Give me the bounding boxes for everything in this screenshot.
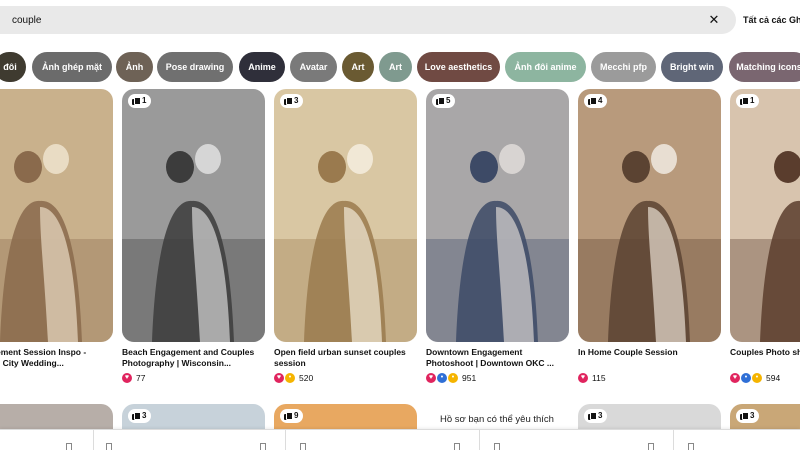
pin-photo bbox=[122, 89, 265, 342]
stacked-pins-icon bbox=[284, 97, 293, 105]
pin-reactions: ♥ bbox=[0, 372, 113, 384]
pin-reactions: ♥ • 520 bbox=[274, 372, 417, 384]
bottom-segment bbox=[480, 430, 674, 450]
stacked-pins-icon bbox=[284, 412, 293, 420]
chip-11[interactable]: Bright win bbox=[661, 52, 723, 82]
pin-reactions: ♥ 115 bbox=[578, 372, 721, 384]
pin-card[interactable]: 5 Downtown Engagement Photoshoot | Downto… bbox=[426, 89, 569, 384]
chip-12[interactable]: Matching icons bbox=[729, 52, 800, 82]
chip-4[interactable]: Anime bbox=[239, 52, 285, 82]
heart-reaction-icon: ♥ bbox=[274, 373, 284, 383]
pin-title[interactable]: Downtown Engagement Photoshoot | Downtow… bbox=[426, 347, 569, 369]
stacked-pins-icon bbox=[132, 412, 141, 420]
pin-photo bbox=[426, 89, 569, 342]
pin-reactions: ♥ 77 bbox=[122, 372, 265, 384]
pin-card[interactable]: 1 Engagement Session Inspo - Kansas City … bbox=[0, 89, 113, 384]
chip-1[interactable]: Ảnh ghép mặt bbox=[32, 52, 112, 82]
stacked-pins-icon bbox=[132, 97, 141, 105]
pin-reactions: ♥ • • 594 bbox=[730, 372, 800, 384]
search-input[interactable] bbox=[12, 10, 672, 30]
stacked-pins-icon bbox=[588, 412, 597, 420]
pin-card[interactable]: 1 Beach Engagement and Couples Photograph… bbox=[122, 89, 265, 384]
chip-9[interactable]: Ảnh đôi anime bbox=[505, 52, 586, 82]
reaction-count: 594 bbox=[766, 373, 781, 383]
pin-count: 4 bbox=[598, 96, 603, 105]
pin-photo bbox=[730, 89, 800, 342]
wow-reaction-icon: • bbox=[741, 373, 751, 383]
bottom-bar bbox=[0, 429, 800, 450]
bottom-segment bbox=[0, 430, 94, 450]
pin-count-badge: 3 bbox=[584, 409, 608, 423]
pin-count: 1 bbox=[750, 96, 755, 105]
pin-count-badge: 1 bbox=[128, 94, 152, 108]
bottom-segment bbox=[94, 430, 286, 450]
stacked-pins-icon bbox=[436, 97, 445, 105]
chip-0[interactable]: đôi bbox=[0, 52, 26, 82]
chip-7[interactable]: Art bbox=[379, 52, 412, 82]
pin-card[interactable]: 1Couples Photo shoot ideas♥••594 bbox=[730, 89, 800, 384]
stacked-pins-icon bbox=[588, 97, 597, 105]
pin-count: 3 bbox=[294, 96, 299, 105]
pin-photo bbox=[578, 89, 721, 342]
chip-3[interactable]: Pose drawing bbox=[157, 52, 233, 82]
reaction-count: 115 bbox=[592, 373, 606, 383]
heart-reaction-icon: ♥ bbox=[122, 373, 132, 383]
pin-image[interactable]: 1 bbox=[730, 89, 800, 342]
pin-photo bbox=[274, 89, 417, 342]
pin-reactions: ♥ • • 951 bbox=[426, 372, 569, 384]
reaction-count: 520 bbox=[299, 373, 314, 383]
pin-title[interactable]: Engagement Session Inspo - Kansas City W… bbox=[0, 347, 113, 369]
pinterest-search-page: ✕ Tất cả các Ghim đôiẢnh ghép mặtẢnhPose… bbox=[0, 0, 800, 450]
wow-reaction-icon: • bbox=[437, 373, 447, 383]
bottom-segment bbox=[674, 430, 800, 450]
pin-image[interactable]: 1 bbox=[122, 89, 265, 342]
pin-count: 5 bbox=[446, 96, 451, 105]
heart-reaction-icon: ♥ bbox=[730, 373, 740, 383]
pin-photo bbox=[0, 89, 113, 342]
pin-count-badge: 4 bbox=[584, 94, 608, 108]
chip-5[interactable]: Avatar bbox=[290, 52, 337, 82]
chip-6[interactable]: Art bbox=[342, 52, 374, 82]
pin-count-badge: 3 bbox=[128, 409, 152, 423]
pin-image[interactable]: 3 bbox=[274, 89, 417, 342]
chip-2[interactable]: Ảnh bbox=[116, 52, 153, 82]
reaction-count: 951 bbox=[462, 373, 477, 383]
pin-title[interactable]: Open field urban sunset couples session bbox=[274, 347, 417, 369]
chip-8[interactable]: Love aesthetics bbox=[417, 52, 500, 82]
pin-card[interactable]: 3 Open field urban sunset couples session… bbox=[274, 89, 417, 384]
pin-card[interactable]: 4 In Home Couple Session ♥ 115 bbox=[578, 89, 721, 384]
search-bar[interactable]: ✕ bbox=[0, 6, 736, 34]
chip-10[interactable]: Mecchi pfp bbox=[591, 52, 656, 82]
search-scope-dropdown[interactable]: Tất cả các Ghim bbox=[736, 6, 800, 34]
pin-count-badge: 5 bbox=[432, 94, 456, 108]
pin-count: 1 bbox=[142, 96, 147, 105]
reaction-count: 77 bbox=[136, 373, 146, 383]
close-icon[interactable]: ✕ bbox=[707, 13, 721, 27]
pin-count-badge: 3 bbox=[280, 94, 304, 108]
haha-reaction-icon: • bbox=[448, 373, 458, 383]
bottom-segment bbox=[286, 430, 480, 450]
stacked-pins-icon bbox=[740, 412, 749, 420]
pin-image[interactable]: 1 bbox=[0, 89, 113, 342]
profile-suggestion-text: Hồ sơ bạn có thể yêu thích bbox=[440, 414, 554, 425]
haha-reaction-icon: • bbox=[285, 373, 295, 383]
pin-count: 3 bbox=[142, 411, 147, 420]
pin-count-badge: 1 bbox=[736, 94, 760, 108]
haha-reaction-icon: • bbox=[752, 373, 762, 383]
pin-image[interactable]: 5 bbox=[426, 89, 569, 342]
pin-title[interactable]: In Home Couple Session bbox=[578, 347, 721, 369]
heart-reaction-icon: ♥ bbox=[578, 373, 588, 383]
pin-count-badge: 3 bbox=[736, 409, 760, 423]
pin-count: 3 bbox=[750, 411, 755, 420]
pin-count: 9 bbox=[294, 411, 299, 420]
heart-reaction-icon: ♥ bbox=[426, 373, 436, 383]
pin-image[interactable]: 4 bbox=[578, 89, 721, 342]
pin-count: 3 bbox=[598, 411, 603, 420]
stacked-pins-icon bbox=[740, 97, 749, 105]
pin-title[interactable]: Beach Engagement and Couples Photography… bbox=[122, 347, 265, 369]
suggestion-chips: đôi Ảnh ghép mặt Ảnh Pose drawing Anime Avata… bbox=[0, 52, 800, 82]
pin-count-badge: 9 bbox=[280, 409, 304, 423]
pin-title[interactable]: Couples Photo shoot ideas bbox=[730, 347, 800, 369]
